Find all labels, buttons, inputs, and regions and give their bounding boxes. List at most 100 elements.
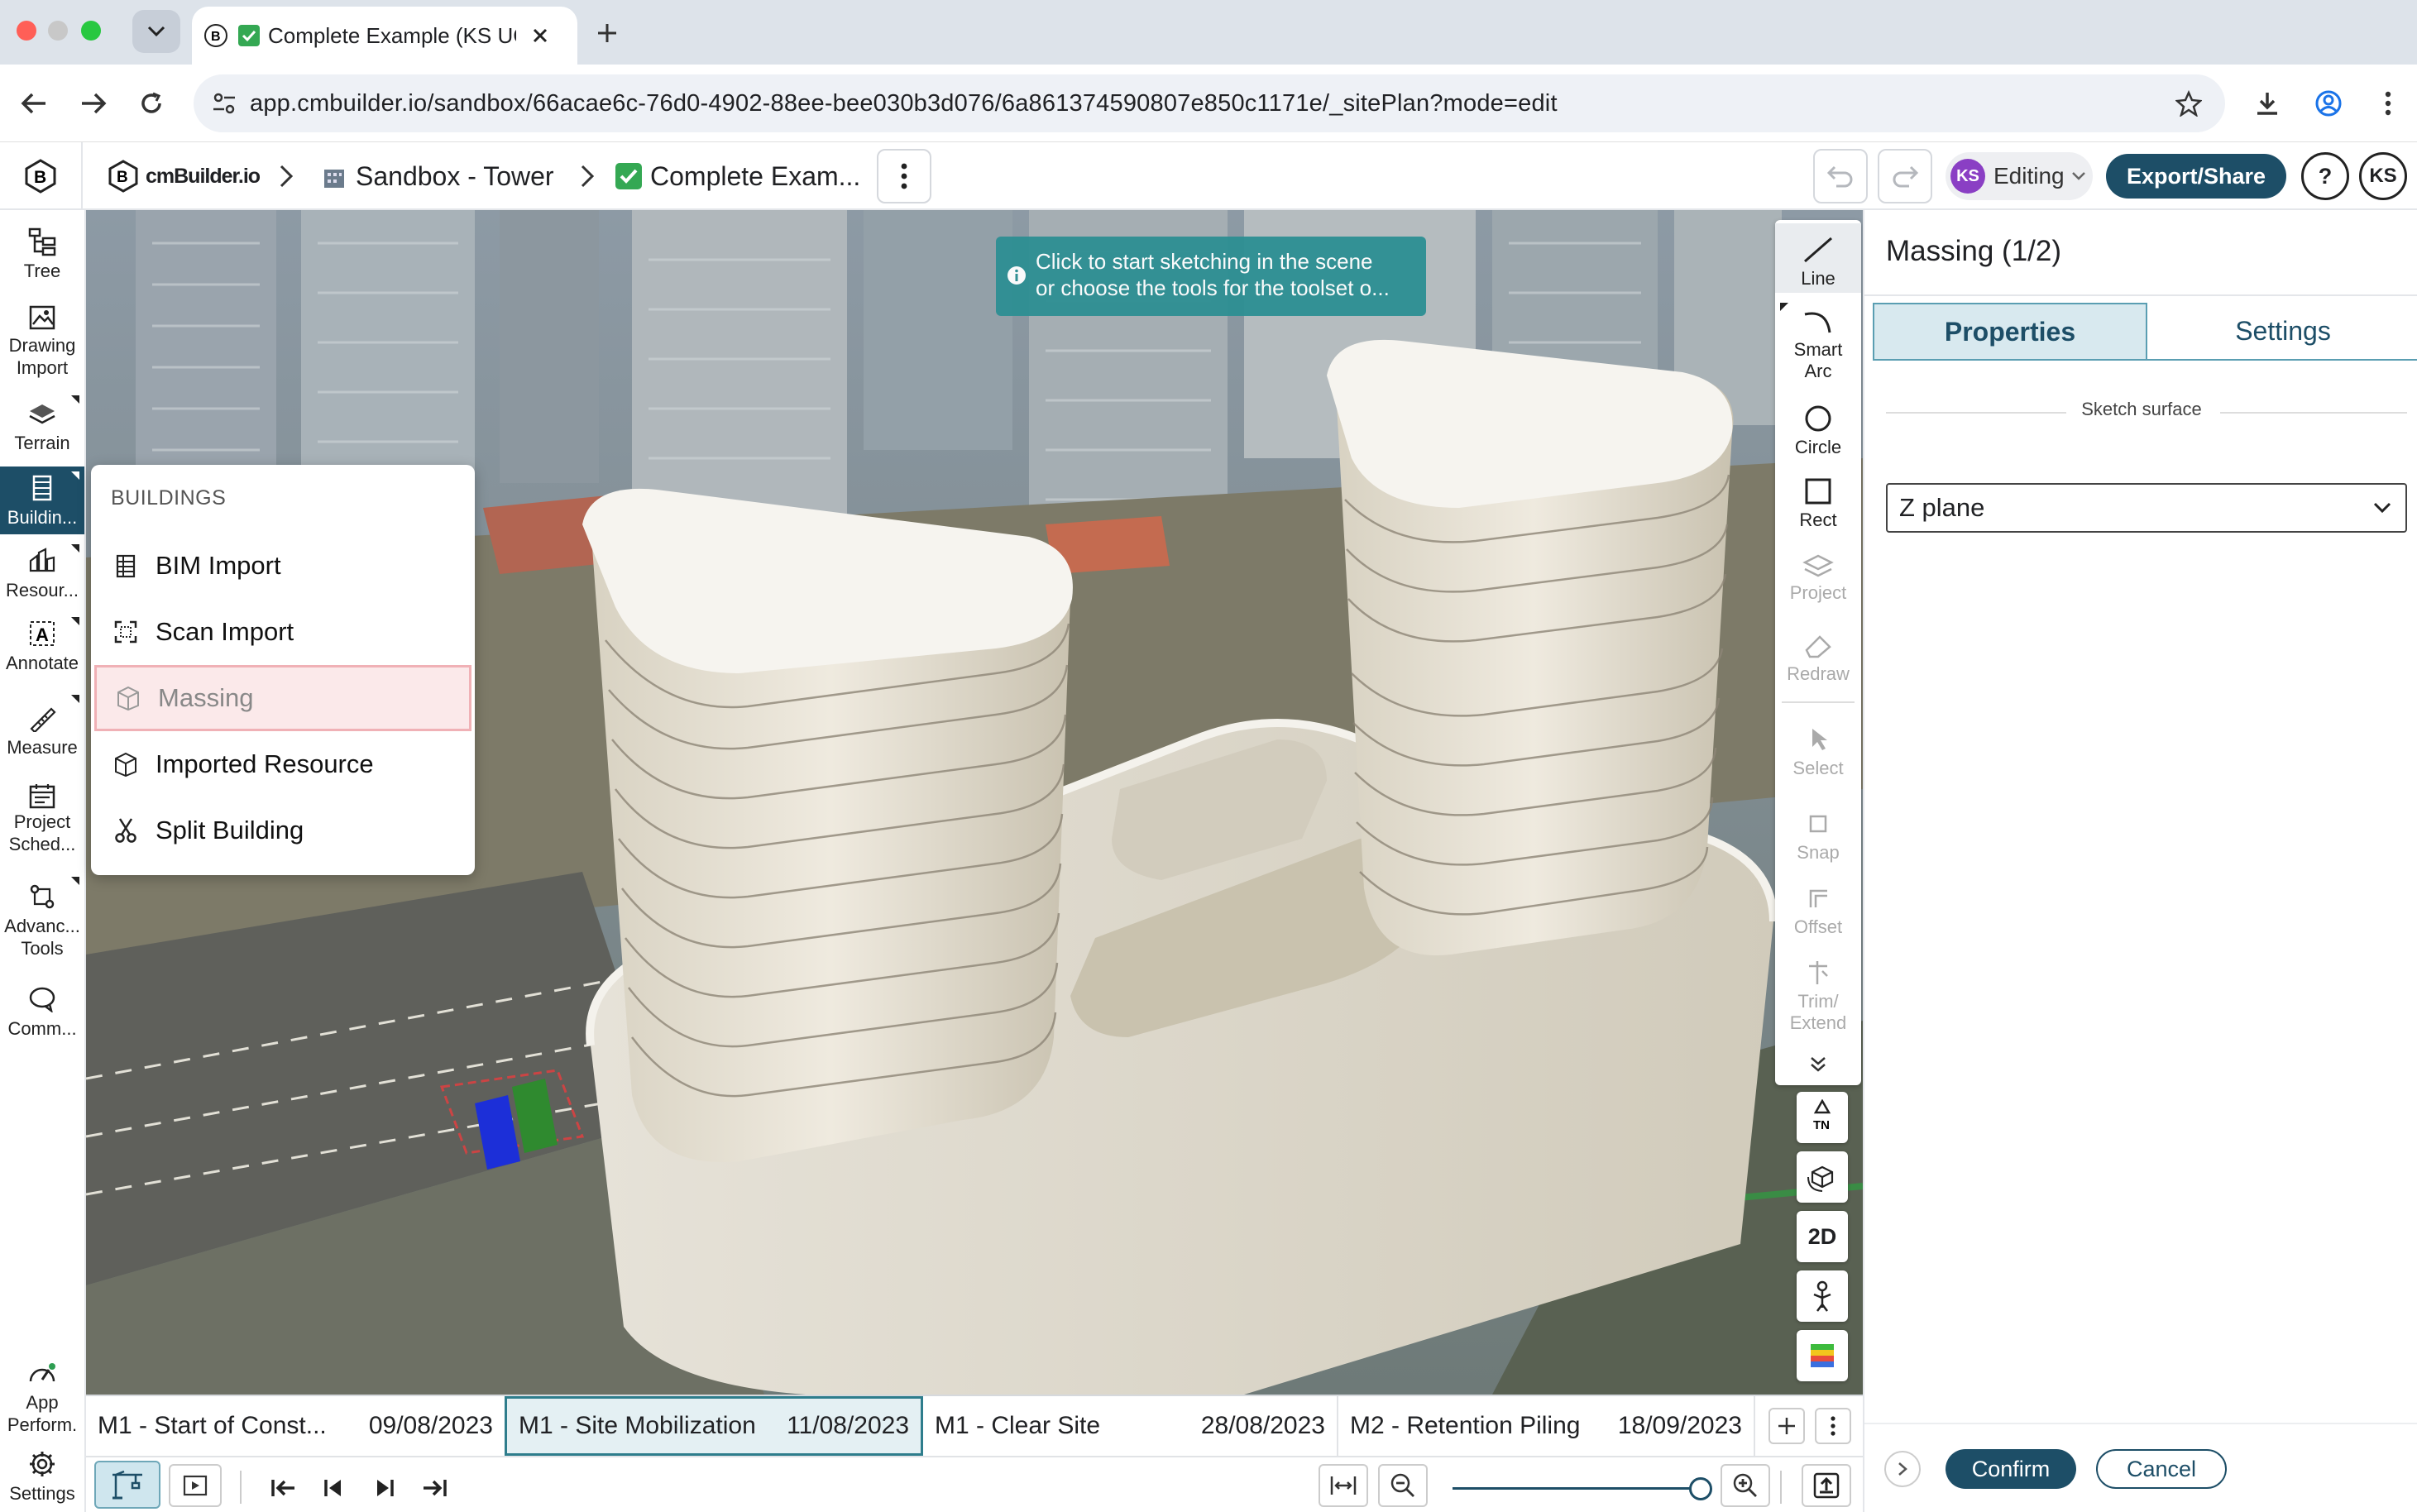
maximize-window-button[interactable]: [81, 21, 101, 41]
jump-to-end-button[interactable]: [410, 1464, 460, 1512]
tool-snap[interactable]: Snap: [1775, 796, 1861, 870]
bookmark-star-icon[interactable]: [2175, 90, 2202, 117]
street-view-button[interactable]: [1797, 1270, 1848, 1322]
new-tab-button[interactable]: [589, 15, 625, 51]
tool-offset[interactable]: Offset: [1775, 870, 1861, 945]
help-button[interactable]: ?: [2301, 152, 2349, 200]
tool-redraw[interactable]: Redraw: [1775, 620, 1861, 695]
sidebar-item-project-schedule[interactable]: Project Sched...: [0, 773, 84, 855]
tool-label: Offset: [1793, 916, 1843, 937]
reload-button[interactable]: [131, 83, 172, 124]
tab-settings[interactable]: Settings: [2147, 303, 2417, 361]
sidebar-item-advanced-tools[interactable]: Advanc... Tools: [0, 872, 84, 959]
close-tab-icon[interactable]: [531, 26, 549, 45]
undo-button[interactable]: [1813, 149, 1868, 203]
chevron-down-icon: [2071, 172, 2085, 180]
redo-button[interactable]: [1878, 149, 1932, 203]
sketch-surface-select[interactable]: Z plane: [1886, 483, 2407, 533]
sidebar-item-comments[interactable]: Comm...: [0, 978, 84, 1044]
step-back-icon: [324, 1480, 341, 1496]
tool-trim-extend[interactable]: Trim/ Extend: [1775, 945, 1861, 1041]
downloads-button[interactable]: [2247, 83, 2288, 124]
address-bar[interactable]: app.cmbuilder.io/sandbox/66acae6c-76d0-4…: [194, 74, 2225, 132]
sidebar-item-settings[interactable]: Settings: [0, 1443, 84, 1509]
breadcrumb-sandbox[interactable]: Sandbox - Tower: [321, 157, 554, 195]
sidebar-item-annotate[interactable]: A Annotate: [0, 612, 84, 683]
brand-logo[interactable]: B cmBuilder.io: [106, 157, 261, 195]
project-icon: [1800, 546, 1836, 582]
jump-to-start-button[interactable]: [258, 1464, 308, 1512]
menu-item-label: Imported Resource: [156, 749, 374, 778]
browser-menu-button[interactable]: [2367, 83, 2409, 124]
sidebar-item-label: Buildin...: [7, 507, 78, 528]
kebab-menu-icon: [1831, 1416, 1835, 1436]
export-share-button[interactable]: Export/Share: [2106, 154, 2286, 199]
presentation-view-button[interactable]: [169, 1464, 222, 1507]
play-screen-icon: [183, 1475, 208, 1496]
minimize-window-button[interactable]: [48, 21, 68, 41]
sidebar-item-measure[interactable]: Measure: [0, 690, 84, 764]
milestone-item-selected[interactable]: M1 - Site Mobilization 11/08/2023: [505, 1396, 923, 1456]
building-icon: [26, 471, 59, 505]
expand-panel-button[interactable]: [1884, 1451, 1921, 1487]
true-north-button[interactable]: TN: [1797, 1092, 1848, 1143]
fit-width-icon: [1330, 1476, 1357, 1495]
sidebar-item-terrain[interactable]: Terrain: [0, 390, 84, 460]
tab-list-button[interactable]: [132, 10, 180, 53]
editing-mode-dropdown[interactable]: KS Editing: [1946, 152, 2093, 200]
milestone-item[interactable]: M1 - Start of Const... 09/08/2023: [86, 1396, 506, 1456]
profile-button[interactable]: [2308, 83, 2349, 124]
sidebar-item-app-performance[interactable]: App Perform.: [0, 1353, 84, 1436]
tool-select[interactable]: Select: [1775, 711, 1861, 791]
menu-item-scan-import[interactable]: Scan Import: [94, 599, 471, 665]
menu-item-bim-import[interactable]: BIM Import: [94, 533, 471, 599]
milestone-item[interactable]: M2 - Retention Piling 18/09/2023: [1338, 1396, 1755, 1456]
tool-circle[interactable]: Circle: [1775, 394, 1861, 465]
layers-legend-button[interactable]: [1797, 1330, 1848, 1381]
milestone-name: M1 - Site Mobilization: [519, 1412, 756, 1439]
timeline-collapse-button[interactable]: [1802, 1464, 1851, 1507]
confirm-button[interactable]: Confirm: [1946, 1449, 2076, 1489]
sidebar-item-tree[interactable]: Tree: [0, 218, 84, 285]
timeline-menu-button[interactable]: [1815, 1408, 1851, 1444]
app-home-button[interactable]: B: [0, 142, 83, 210]
browser-tab-active[interactable]: B Complete Example (KS UG: [192, 7, 577, 65]
sidebar-item-resources[interactable]: Resour...: [0, 539, 84, 607]
zoom-out-button[interactable]: [1378, 1464, 1428, 1507]
menu-item-massing[interactable]: Massing: [94, 665, 471, 731]
tool-rect[interactable]: Rect: [1775, 467, 1861, 538]
add-milestone-button[interactable]: [1768, 1408, 1805, 1444]
milestone-item[interactable]: M1 - Clear Site 28/08/2023: [923, 1396, 1338, 1456]
menu-item-imported-resource[interactable]: Imported Resource: [94, 731, 471, 797]
step-back-button[interactable]: [309, 1464, 359, 1512]
step-forward-button[interactable]: [359, 1464, 409, 1512]
zoom-slider-track[interactable]: [1453, 1477, 1712, 1500]
back-button[interactable]: [13, 83, 55, 124]
user-avatar[interactable]: KS: [2359, 152, 2407, 200]
zoom-slider-thumb[interactable]: [1689, 1477, 1712, 1500]
breadcrumb-scenario[interactable]: Complete Exam...: [615, 157, 860, 195]
forward-button[interactable]: [73, 83, 114, 124]
tool-project[interactable]: Project: [1775, 539, 1861, 614]
view-cube-button[interactable]: [1797, 1151, 1848, 1203]
toolbar-expand-button[interactable]: [1775, 1047, 1861, 1082]
tab-properties[interactable]: Properties: [1873, 303, 2147, 361]
cancel-button[interactable]: Cancel: [2096, 1449, 2227, 1489]
fit-timeline-button[interactable]: [1319, 1464, 1368, 1507]
tooltip-line-2: or choose the tools for the toolset o...: [1036, 275, 1390, 300]
chevron-down-icon: [147, 26, 165, 37]
tool-line[interactable]: Line: [1775, 223, 1861, 293]
gear-icon: [26, 1447, 59, 1481]
sidebar-item-drawing-import[interactable]: Drawing Import: [0, 296, 84, 379]
tool-smart-arc[interactable]: Smart Arc: [1775, 299, 1861, 382]
skip-end-icon: [424, 1480, 447, 1496]
menu-item-split-building[interactable]: Split Building: [94, 797, 471, 864]
toggle-2d-button[interactable]: 2D: [1797, 1211, 1848, 1262]
construction-view-button[interactable]: [94, 1461, 160, 1509]
sidebar-item-buildings[interactable]: Buildin...: [0, 467, 84, 534]
editor-avatar: KS: [1950, 159, 1985, 194]
scenario-menu-button[interactable]: [877, 149, 931, 203]
zoom-in-button[interactable]: [1721, 1464, 1770, 1507]
close-window-button[interactable]: [17, 21, 36, 41]
site-settings-icon[interactable]: [212, 91, 237, 116]
